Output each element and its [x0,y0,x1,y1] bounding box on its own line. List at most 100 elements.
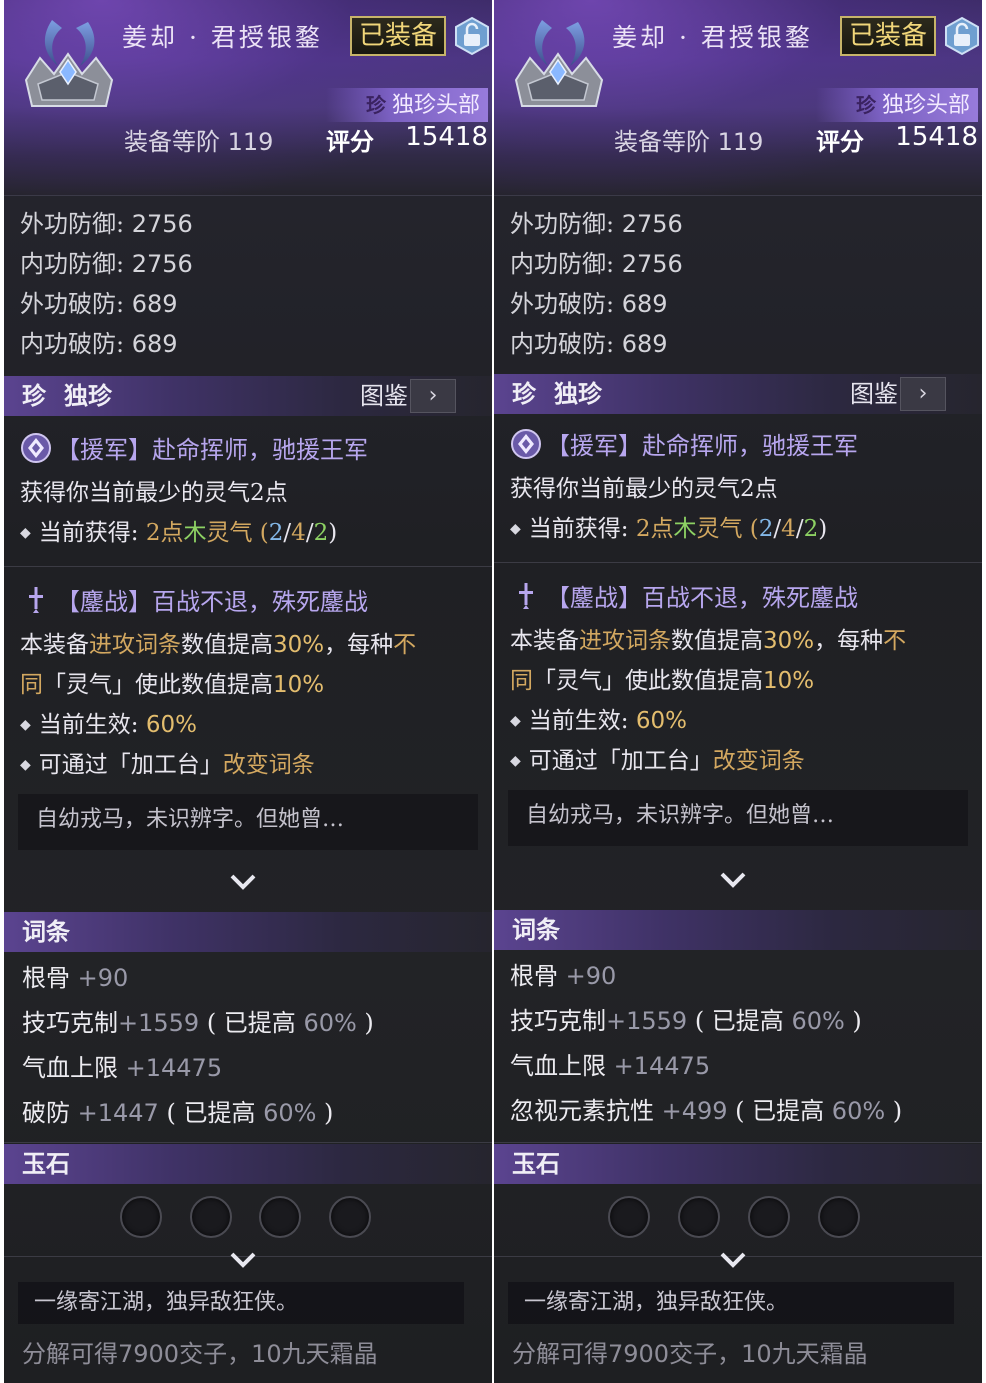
attr-line: 破防 +1447 ( 已提高 60% ) [22,1099,334,1127]
rarity-mark: 珍 [855,93,876,117]
stat-line: 外功防御: 2756 [510,210,683,238]
gem-section-label: 玉石 [22,1149,70,1178]
effect-current: ◆ 当前获得: 2点木灵气 (2/4/2) [20,520,338,546]
effect-modify-hint: ◆ 可通过「加工台」改变词条 [20,752,315,778]
effect-modify-hint: ◆ 可通过「加工台」改变词条 [510,748,805,774]
gem-slot[interactable] [818,1196,860,1238]
attr-line: 忽视元素抗性 +499 ( 已提高 60% ) [510,1097,903,1125]
effect-battle: 【鏖战】百战不退，殊死鏖战 本装备进攻词条数值提高30%，每种不 同「灵气」使此… [510,578,976,782]
stat-line: 内功防御: 2756 [510,250,683,278]
effect-reinforce: 【援军】赴命挥师，驰援王军 获得你当前最少的灵气2点 ◆ 当前获得: 2点木灵气 … [20,430,486,554]
chevron-down-icon[interactable] [718,870,748,890]
effect-current: ◆ 当前获得: 2点木灵气 (2/4/2) [510,516,828,542]
tooltip-header: 姜却 · 君授银鍪 已装备 珍独珍头部 装备等阶 119 评分 15418 [494,0,982,196]
attr-line: 根骨 +90 [510,962,617,990]
lock-icon[interactable] [452,16,492,56]
gem-slot[interactable] [190,1196,232,1238]
effect-current: ◆ 当前生效: 60% [20,712,197,738]
gem-slot[interactable] [678,1196,720,1238]
lore-text: 自幼戎马，未识辨字。但她曾… [18,794,478,850]
disassemble-info: 分解可得7900交子，10九天霜晶 [512,1340,868,1368]
attr-section-label: 词条 [512,915,560,944]
stat-line: 内功破防: 689 [20,330,178,358]
gem-section-bar: 玉石 [494,1144,982,1184]
base-stats: 外功防御: 2756 内功防御: 2756 外功破防: 689 内功破防: 68… [20,206,193,366]
divider [494,1142,982,1143]
stat-line: 内功破防: 689 [510,330,668,358]
attr-line: 技巧克制+1559 ( 已提高 60% ) [510,1007,862,1035]
attr-line: 气血上限 +14475 [22,1054,223,1082]
item-type: 独珍头部 [391,93,480,118]
attr-section-bar: 词条 [494,910,982,950]
item-tooltip-right: 姜却 · 君授银鍪 已装备 珍独珍头部 装备等阶 119 评分 15418 外功… [494,0,982,1383]
gem-slot[interactable] [329,1196,371,1238]
sword-effect-icon [519,583,533,609]
effect-current: ◆ 当前生效: 60% [510,708,687,734]
gem-effect-icon [21,433,51,463]
item-tooltip-left: 姜却 · 君授银鍪 已装备 珍独珍头部 装备等阶 119 评分 15418 外功… [4,0,492,1383]
disassemble-info: 分解可得7900交子，10九天霜晶 [22,1340,378,1368]
attr-line: 技巧克制+1559 ( 已提高 60% ) [22,1009,374,1037]
sword-effect-icon [29,587,43,613]
effect-desc-2: 同「灵气」使此数值提高10% [510,668,815,694]
codex-label[interactable]: 图鉴 [850,374,898,414]
attr-list: 根骨 +90 技巧克制+1559 ( 已提高 60% ) 气血上限 +14475… [510,956,976,1136]
gem-slot[interactable] [608,1196,650,1238]
divider [494,562,982,563]
effect-title: 【鏖战】百战不退，殊死鏖战 [546,584,858,612]
codex-button[interactable]: › [900,377,946,411]
attr-section-bar: 词条 [4,912,492,952]
flavor-quote: 一缘寄江湖，独异敌狂侠。 [18,1282,464,1324]
effect-battle: 【鏖战】百战不退，殊死鏖战 本装备进攻词条数值提高30%，每种不 同「灵气」使此… [20,582,486,786]
chevron-down-icon[interactable] [718,1250,748,1270]
effect-title: 【援军】赴命挥师，驰援王军 [56,436,368,464]
gem-slot[interactable] [748,1196,790,1238]
item-type-label: 珍独珍头部 [815,88,978,122]
equipped-badge: 已装备 [350,16,446,56]
gem-section-label: 玉石 [512,1149,560,1178]
chevron-down-icon[interactable] [228,1250,258,1270]
chevron-right-icon: › [428,383,438,408]
effect-desc-2: 同「灵气」使此数值提高10% [20,672,325,698]
stat-line: 外功破防: 689 [20,290,178,318]
grade-label: 装备等阶 [614,128,710,156]
rarity-section-bar: 珍独珍 图鉴 › [4,376,492,416]
base-stats: 外功防御: 2756 内功防御: 2756 外功破防: 689 内功破防: 68… [510,206,683,366]
equip-grade: 装备等阶 119 [124,122,273,157]
grade-value: 119 [227,128,274,156]
gem-effect-icon [511,429,541,459]
score-value: 15418 [895,122,978,152]
attr-line: 气血上限 +14475 [510,1052,711,1080]
attr-line: 根骨 +90 [22,964,129,992]
gem-slot[interactable] [120,1196,162,1238]
grade-value: 119 [717,128,764,156]
equip-grade: 装备等阶 119 [614,122,763,157]
codex-label[interactable]: 图鉴 [360,376,408,416]
divider [4,566,492,567]
stat-line: 内功防御: 2756 [20,250,193,278]
gem-slot[interactable] [259,1196,301,1238]
rarity-label: 独珍 [554,379,602,408]
chevron-right-icon: › [918,381,928,406]
helmet-icon [514,20,604,107]
item-type: 独珍头部 [881,93,970,118]
grade-label: 装备等阶 [124,128,220,156]
helmet-icon [24,20,114,107]
rarity-mark: 珍 [512,379,536,408]
effect-desc: 获得你当前最少的灵气2点 [510,476,778,502]
lock-icon[interactable] [942,16,982,56]
item-type-label: 珍独珍头部 [325,88,488,122]
codex-button[interactable]: › [410,379,456,413]
effect-desc-1: 本装备进攻词条数值提高30%，每种不 [510,628,907,654]
rarity-mark: 珍 [365,93,386,117]
attr-list: 根骨 +90 技巧克制+1559 ( 已提高 60% ) 气血上限 +14475… [22,958,488,1138]
score-label: 评分 [326,127,374,156]
score-value: 15418 [405,122,488,152]
item-name: 姜却 · 君授银鍪 [612,23,813,52]
score-label: 评分 [816,127,864,156]
effect-reinforce: 【援军】赴命挥师，驰援王军 获得你当前最少的灵气2点 ◆ 当前获得: 2点木灵气 … [510,426,976,550]
stat-line: 外功破防: 689 [510,290,668,318]
chevron-down-icon[interactable] [228,872,258,892]
effect-desc-1: 本装备进攻词条数值提高30%，每种不 [20,632,417,658]
rarity-mark: 珍 [22,381,46,410]
